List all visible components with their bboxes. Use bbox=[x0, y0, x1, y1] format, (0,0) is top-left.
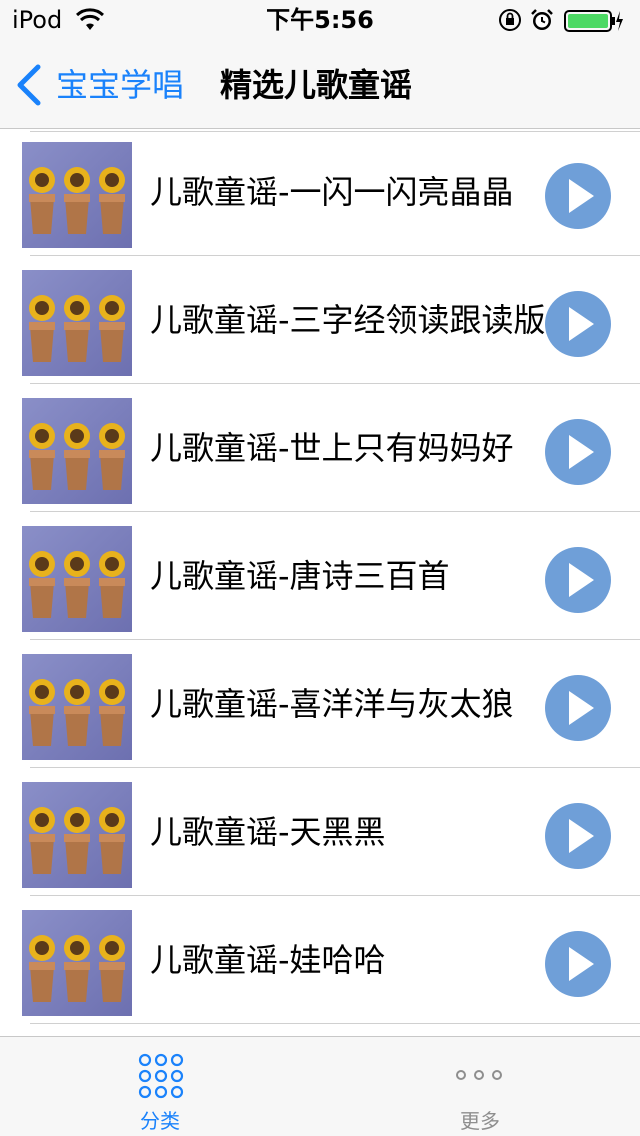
song-title: 儿歌童谣-一闪一闪亮晶晶 bbox=[150, 173, 514, 211]
back-button-label: 宝宝学唱 bbox=[56, 66, 185, 104]
tab-bar: 分类 更多 bbox=[0, 1036, 640, 1136]
status-bar: iPod 下午5:56 bbox=[0, 0, 640, 40]
screen: iPod 下午5:56 宝宝学唱 精选儿歌童谣 儿歌童谣-一闪一闪亮晶晶 儿歌童… bbox=[0, 0, 640, 1136]
song-thumbnail bbox=[22, 782, 132, 888]
song-thumbnail bbox=[22, 910, 132, 1016]
alarm-icon bbox=[531, 9, 553, 30]
song-title: 儿歌童谣-三字经领读跟读版 bbox=[150, 301, 546, 339]
play-icon[interactable] bbox=[544, 802, 612, 870]
play-icon[interactable] bbox=[544, 930, 612, 998]
list-item[interactable]: 儿歌童谣-一闪一闪亮晶晶 bbox=[0, 128, 640, 256]
tab-more[interactable]: 更多 bbox=[320, 1037, 640, 1136]
song-title: 儿歌童谣-世上只有妈妈好 bbox=[150, 429, 514, 467]
song-thumbnail bbox=[22, 142, 132, 248]
grid-dots-icon bbox=[138, 1053, 184, 1099]
rotation-lock-icon bbox=[499, 9, 521, 31]
list-item[interactable]: 儿歌童谣-娃哈哈 bbox=[0, 896, 640, 1024]
list-item[interactable]: 儿歌童谣-世上只有妈妈好 bbox=[0, 384, 640, 512]
tab-more-label: 更多 bbox=[460, 1109, 500, 1133]
chevron-left-icon bbox=[17, 64, 41, 106]
song-thumbnail bbox=[22, 654, 132, 760]
play-icon[interactable] bbox=[544, 162, 612, 230]
list-item[interactable]: 儿歌童谣-喜洋洋与灰太狼 bbox=[0, 640, 640, 768]
song-title: 儿歌童谣-天黑黑 bbox=[150, 813, 386, 851]
list-item[interactable]: 儿歌童谣-天黑黑 bbox=[0, 768, 640, 896]
play-icon[interactable] bbox=[544, 418, 612, 486]
battery-icon bbox=[564, 10, 623, 32]
song-thumbnail bbox=[22, 398, 132, 504]
song-thumbnail bbox=[22, 270, 132, 376]
song-title: 儿歌童谣-唐诗三百首 bbox=[150, 557, 450, 595]
page-title: 精选儿歌童谣 bbox=[220, 66, 413, 104]
play-icon[interactable] bbox=[544, 546, 612, 614]
song-list: 儿歌童谣-一闪一闪亮晶晶 儿歌童谣-三字经领读跟读版 儿歌童谣-世上只有妈妈好 … bbox=[0, 128, 640, 1036]
song-thumbnail bbox=[22, 526, 132, 632]
more-dots-icon bbox=[456, 1070, 502, 1080]
tab-categories-label: 分类 bbox=[140, 1109, 180, 1133]
top-bar: iPod 下午5:56 宝宝学唱 精选儿歌童谣 bbox=[0, 0, 640, 129]
play-icon[interactable] bbox=[544, 674, 612, 742]
list-item[interactable]: 儿歌童谣-唐诗三百首 bbox=[0, 512, 640, 640]
play-icon[interactable] bbox=[544, 290, 612, 358]
song-title: 儿歌童谣-娃哈哈 bbox=[150, 941, 386, 979]
song-title: 儿歌童谣-喜洋洋与灰太狼 bbox=[150, 685, 514, 723]
tab-categories[interactable]: 分类 bbox=[0, 1037, 320, 1136]
back-button[interactable]: 宝宝学唱 bbox=[14, 60, 184, 110]
list-item[interactable]: 儿歌童谣-三字经领读跟读版 bbox=[0, 256, 640, 384]
